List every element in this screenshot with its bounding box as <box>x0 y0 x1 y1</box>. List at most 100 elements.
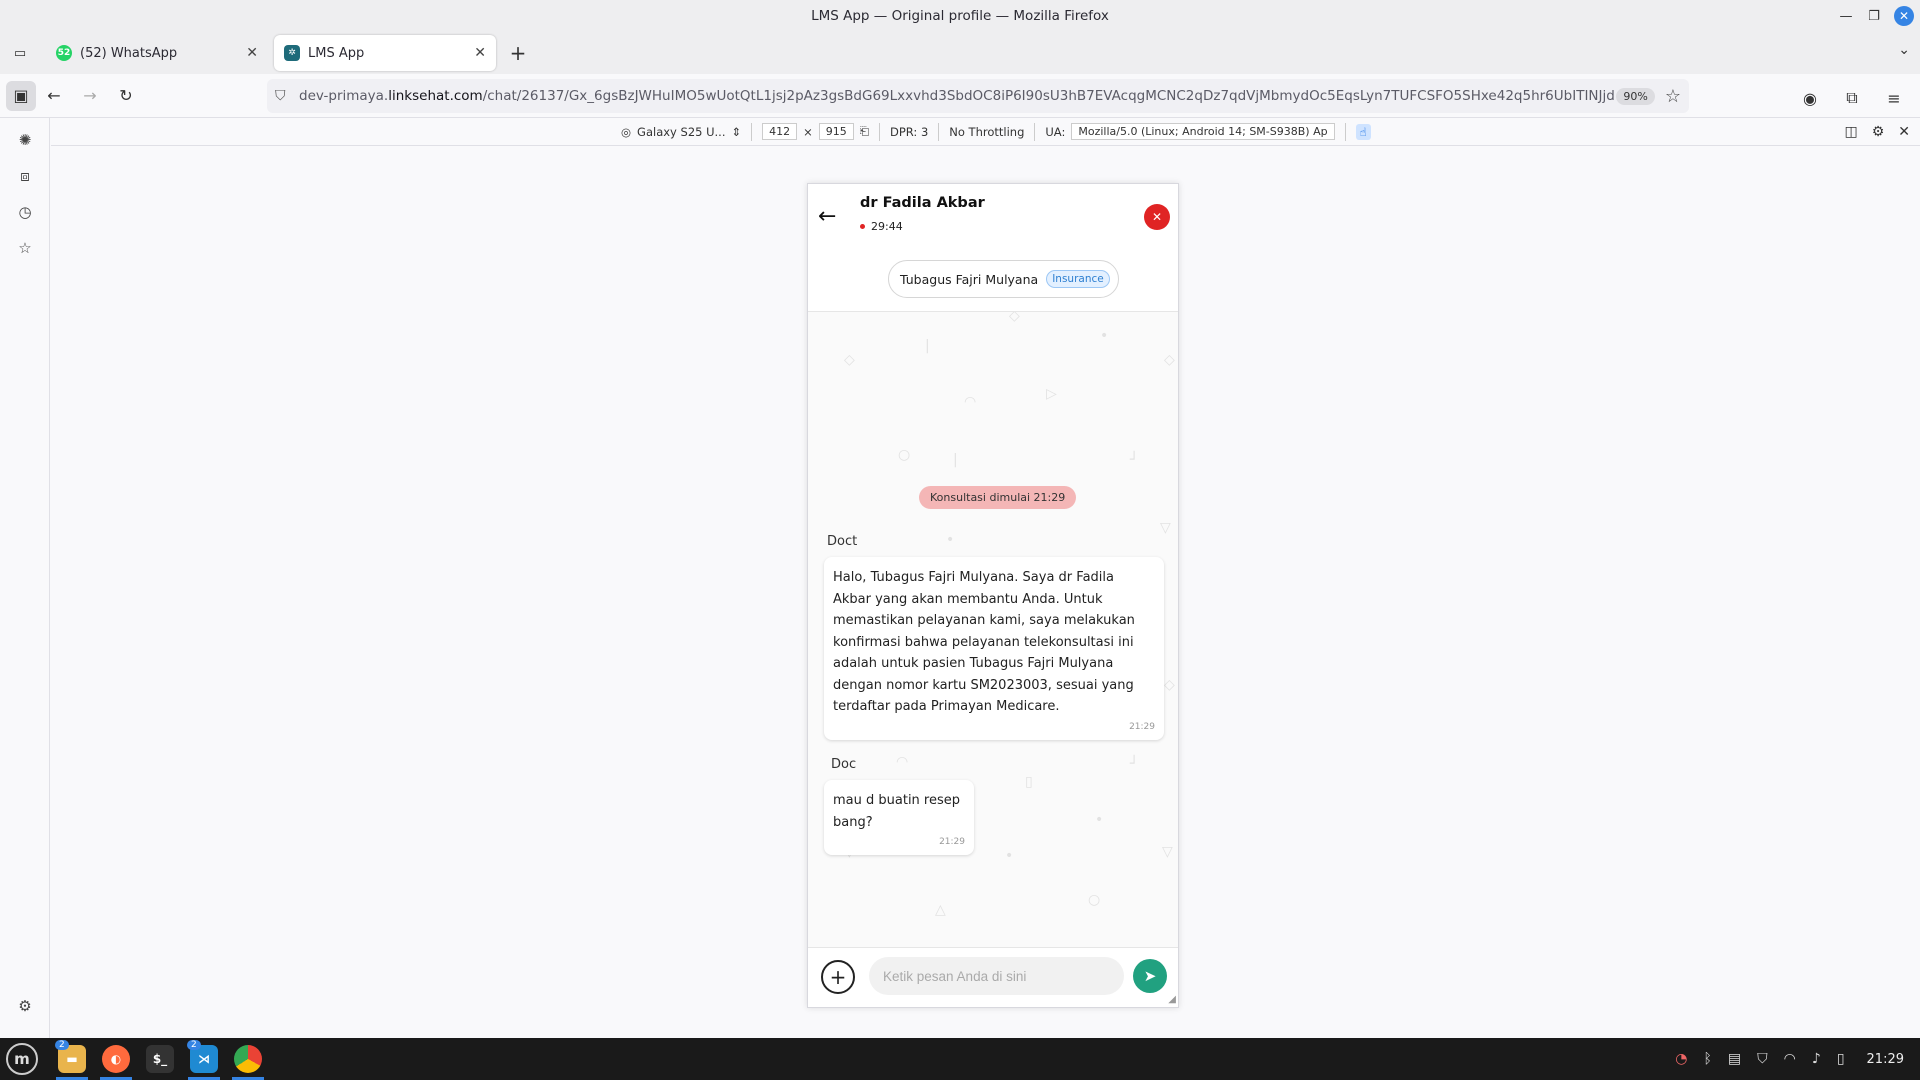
device-viewport: ← dr Fadila Akbar 29:44 ✕ Tubagus Fajri … <box>807 183 1179 1008</box>
tab-list-icon[interactable]: ▭ <box>0 32 40 74</box>
history-icon[interactable]: ◷ <box>0 194 50 230</box>
throttling-select[interactable]: No Throttling <box>949 125 1024 139</box>
firefox-icon: ◐ <box>102 1045 130 1073</box>
window-controls: — ❐ ✕ <box>1832 0 1920 32</box>
sidebar-toggle-icon[interactable]: ▣ <box>6 80 36 111</box>
timer-app-icon[interactable]: ◔ <box>1675 1051 1687 1067</box>
reload-icon[interactable]: ↻ <box>108 78 144 114</box>
lms-icon: ✲ <box>284 45 300 61</box>
clipboard-icon[interactable]: ▤ <box>1728 1051 1741 1067</box>
viewport-height-input[interactable]: 915 <box>818 123 854 140</box>
bookmark-star-icon[interactable]: ☆ <box>1665 86 1681 107</box>
chrome-icon <box>234 1045 262 1073</box>
message-composer: + ➤ <box>808 947 1178 1007</box>
close-window-icon[interactable]: ✕ <box>1894 6 1914 26</box>
taskbar-terminal[interactable]: $_ <box>140 1038 180 1080</box>
touch-simulation-icon[interactable]: ☝ <box>1355 123 1371 140</box>
device-icon: ◎ <box>621 124 632 139</box>
bluetooth-icon[interactable]: ᛒ <box>1704 1051 1712 1067</box>
url-bar[interactable]: ⛉ dev-primaya.linksehat.com/chat/26137/G… <box>267 79 1689 113</box>
volume-icon[interactable]: ♪ <box>1812 1051 1821 1067</box>
tab-label: (52) WhatsApp <box>80 45 178 61</box>
clock[interactable]: 21:29 <box>1867 1052 1904 1067</box>
end-consultation-button[interactable]: ✕ <box>1144 204 1170 230</box>
minimize-icon[interactable]: — <box>1832 0 1860 32</box>
device-select[interactable]: Galaxy S25 U... <box>637 125 725 139</box>
bookmarks-icon[interactable]: ☆ <box>0 230 50 266</box>
sidebar-settings-icon[interactable]: ⚙ <box>0 988 50 1024</box>
chat-messages[interactable]: ◇ • ◇ | ▷ ◠ ◇ ○ ┘ | • ▽ • ◇ ◠ ┘ ▯ • ▽ • … <box>808 312 1178 949</box>
account-icon[interactable]: ◉ <box>1792 80 1828 116</box>
consultation-started-pill: Konsultasi dimulai 21:29 <box>919 486 1077 509</box>
divider <box>1034 122 1036 141</box>
close-tab-icon[interactable]: ✕ <box>246 45 258 61</box>
taskbar-firefox[interactable]: ◐ <box>96 1038 136 1080</box>
shield-icon[interactable]: ⛉ <box>275 88 299 104</box>
menu-icon[interactable]: ≡ <box>1876 80 1912 116</box>
dpr-select[interactable]: DPR: 3 <box>890 125 928 139</box>
close-tab-icon[interactable]: ✕ <box>474 45 486 61</box>
shield-tray-icon[interactable]: ⛉ <box>1757 1051 1768 1067</box>
close-rdm-icon[interactable]: ✕ <box>1898 124 1910 140</box>
add-attachment-button[interactable]: + <box>821 960 855 994</box>
navigation-bar: ▣ ← → ↻ ⛉ dev-primaya.linksehat.com/chat… <box>0 74 1920 118</box>
mint-menu-icon[interactable]: m <box>6 1043 38 1075</box>
extensions-icon[interactable]: ⧉ <box>1834 80 1870 116</box>
decor-arc-icon: ◠ <box>896 754 909 770</box>
window-title: LMS App — Original profile — Mozilla Fir… <box>811 8 1109 24</box>
taskbar-vscode[interactable]: ⋊ 2 <box>184 1038 224 1080</box>
ai-chatbot-icon[interactable]: ✺ <box>0 122 50 158</box>
whatsapp-icon: 52 <box>56 45 72 61</box>
patient-pill: Tubagus Fajri Mulyana Insurance <box>888 260 1119 298</box>
responsive-design-toolbar: ◎ Galaxy S25 U... ⇕ 412 × 915 ⎗ DPR: 3 N… <box>51 118 1920 146</box>
zoom-level-badge[interactable]: 90% <box>1616 87 1655 105</box>
forward-icon[interactable]: → <box>72 78 108 114</box>
back-icon[interactable]: ← <box>36 78 72 114</box>
battery-icon[interactable]: ▯ <box>1837 1051 1845 1067</box>
taskbar-chrome[interactable] <box>228 1038 268 1080</box>
decor-corner-icon: ┘ <box>1130 452 1139 468</box>
window-count-badge: 2 <box>55 1040 69 1050</box>
screenshot-icon[interactable]: ◫ <box>1844 124 1857 140</box>
toolbar-right: ◉ ⧉ ≡ <box>1792 80 1912 116</box>
decor-dot-icon: • <box>1100 328 1109 344</box>
message-time: 21:29 <box>1129 721 1155 732</box>
send-icon[interactable]: ➤ <box>1133 959 1167 993</box>
divider <box>751 122 753 141</box>
taskbar-files[interactable]: ▬ 2 <box>52 1038 92 1080</box>
url-text[interactable]: dev-primaya.linksehat.com/chat/26137/Gx_… <box>299 88 1616 104</box>
patient-name: Tubagus Fajri Mulyana <box>900 271 1039 287</box>
chevron-down-icon[interactable]: ⌄ <box>1898 42 1910 58</box>
wifi-icon[interactable]: ◠ <box>1784 1051 1796 1067</box>
message-text: Halo, Tubagus Fajri Mulyana. Saya dr Fad… <box>833 570 1135 714</box>
taskbar: m ▬ 2 ◐ $_ ⋊ 2 ◔ ᛒ ▤ ⛉ ◠ ♪ ▯ 21:29 <box>0 1038 1920 1080</box>
viewport-width-input[interactable]: 412 <box>762 123 798 140</box>
message-text: mau d buatin resep bang? <box>833 793 961 830</box>
sidebar: ✺ ⧈ ◷ ☆ ⚙ <box>0 118 50 1038</box>
chat-header: ← dr Fadila Akbar 29:44 ✕ Tubagus Fajri … <box>808 184 1178 312</box>
user-agent-input[interactable]: Mozilla/5.0 (Linux; Android 14; SM-S938B… <box>1071 123 1335 140</box>
decor-dot-icon: • <box>1095 812 1104 828</box>
back-arrow-icon[interactable]: ← <box>818 204 836 229</box>
new-tab-button[interactable]: + <box>502 37 534 69</box>
decor-triangle-icon: ▽ <box>1162 844 1173 860</box>
decor-arc-icon: ◠ <box>964 394 977 410</box>
divider <box>1344 122 1346 141</box>
tab-whatsapp[interactable]: 52 (52) WhatsApp ✕ <box>46 35 268 71</box>
window-titlebar: LMS App — Original profile — Mozilla Fir… <box>0 0 1920 32</box>
insurance-badge: Insurance <box>1046 270 1110 288</box>
decor-circle-icon: ○ <box>1088 892 1101 908</box>
decor-diamond-icon: ◇ <box>1009 312 1020 324</box>
decor-line-icon: | <box>953 452 958 468</box>
decor-triangle-icon: ▽ <box>1160 520 1171 536</box>
rotate-icon[interactable]: ⎗ <box>860 124 869 139</box>
timer-value: 29:44 <box>871 220 903 233</box>
synced-tabs-icon[interactable]: ⧈ <box>0 158 50 194</box>
decor-dot-icon: • <box>1005 848 1014 864</box>
tab-lms-app[interactable]: ✲ LMS App ✕ <box>274 35 496 71</box>
resize-handle-icon[interactable]: ◢ <box>1168 994 1176 1005</box>
message-input[interactable] <box>869 957 1124 995</box>
restore-icon[interactable]: ❐ <box>1860 0 1888 32</box>
rdm-settings-icon[interactable]: ⚙ <box>1872 124 1885 140</box>
window-count-badge: 2 <box>187 1040 201 1050</box>
